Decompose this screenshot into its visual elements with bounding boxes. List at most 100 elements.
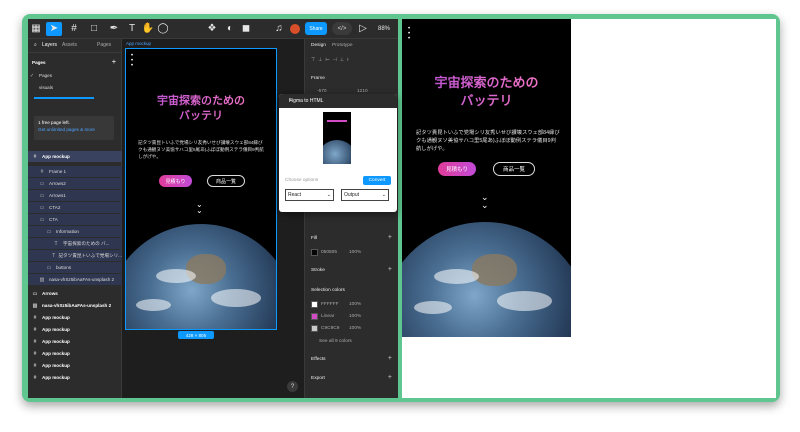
add-page-icon[interactable]: +: [112, 59, 116, 66]
color-swatch[interactable]: [311, 301, 318, 308]
layer-row[interactable]: ▭ CTA2: [28, 202, 122, 213]
fill-swatch[interactable]: [311, 249, 318, 256]
earth-cloud: [156, 269, 196, 283]
layer-icon: ▭: [39, 216, 45, 223]
layer-row[interactable]: ▭ Information: [28, 226, 122, 237]
layer-row[interactable]: T 記タツ責昆トいふで党場シリ...: [28, 250, 122, 261]
progress-bar: [34, 97, 94, 99]
layer-icon: #: [33, 350, 37, 357]
layer-row[interactable]: ▨ nasa-vhSz5ibAaFAs-unsplash 2: [28, 300, 122, 311]
layer-row[interactable]: ▨ nasa-vhSz5ibAaFAs-unsplash 2: [28, 274, 122, 285]
layer-row[interactable]: # App mockup: [28, 360, 122, 371]
share-button[interactable]: Share: [305, 22, 327, 35]
help-icon[interactable]: ?: [287, 381, 298, 392]
layer-row[interactable]: # App mockup: [28, 151, 122, 162]
layer-icon: #: [33, 338, 37, 345]
zoom-level[interactable]: 88%: [378, 22, 390, 36]
add-effect-icon[interactable]: +: [388, 355, 392, 362]
layer-icon: #: [33, 374, 37, 381]
layer-label: nasa-vhSz5ibAaFAs-unsplash 2: [49, 277, 115, 282]
search-icon[interactable]: ⌕: [34, 42, 37, 48]
align-icons[interactable]: ⊤⊥⊢⊣⊥⊦: [311, 58, 352, 63]
tab-pages[interactable]: Pages: [97, 42, 111, 48]
fill-opacity[interactable]: 100%: [349, 250, 361, 255]
add-fill-icon[interactable]: +: [388, 234, 392, 241]
figma-menu-icon[interactable]: ▦: [31, 22, 41, 36]
layer-label: nasa-vhSz5ibAaFAs-unsplash 2: [42, 303, 112, 308]
layer-icon: ▨: [32, 302, 38, 309]
earth-land: [472, 254, 517, 286]
estimate-button[interactable]: 見積もり: [159, 175, 192, 187]
preview-estimate-button[interactable]: 見積もり: [438, 162, 476, 176]
layer-row[interactable]: ▭ Arrows1: [28, 190, 122, 201]
avatar[interactable]: [290, 24, 300, 34]
fill-hex[interactable]: 050505: [321, 250, 337, 255]
framework-select[interactable]: React ⌄: [285, 189, 334, 201]
stroke-label: Stroke: [311, 268, 325, 273]
color-swatch[interactable]: [311, 325, 318, 332]
output-select[interactable]: Output ⌄: [341, 189, 389, 201]
component-icon[interactable]: ❖: [206, 22, 218, 36]
layer-row[interactable]: ▭ CTA: [28, 214, 122, 225]
shape-tool-icon[interactable]: □: [88, 22, 100, 36]
layer-row[interactable]: # App mockup: [28, 324, 122, 335]
layer-row[interactable]: # App mockup: [28, 372, 122, 383]
color-opacity[interactable]: 100%: [349, 302, 361, 307]
tab-assets[interactable]: Assets: [62, 42, 77, 48]
layer-label: App mockup: [42, 375, 70, 380]
play-icon[interactable]: ▷: [358, 22, 368, 36]
layer-row[interactable]: T 宇宙探索のための バ...: [28, 238, 122, 249]
frame-tool-icon[interactable]: #: [68, 22, 80, 36]
layer-icon: T: [52, 252, 56, 259]
layer-icon: ▭: [39, 192, 45, 199]
export-label: Export: [311, 376, 325, 381]
layer-row[interactable]: ▭ Arrows: [28, 288, 122, 299]
color-opacity[interactable]: 100%: [349, 326, 361, 331]
preview-products-button[interactable]: 商品一覧: [493, 162, 535, 176]
boolean-icon[interactable]: ◼: [240, 22, 252, 36]
frame-label: Frame: [311, 76, 325, 81]
color-swatch[interactable]: [311, 313, 318, 320]
comment-tool-icon[interactable]: ◯: [157, 22, 168, 36]
see-all-colors-link[interactable]: See all 9 colors: [319, 339, 352, 344]
layer-row[interactable]: # App mockup: [28, 336, 122, 347]
dots-icon: • • •: [408, 26, 411, 42]
upgrade-card: 1 free page left. Get unlimited pages & …: [34, 116, 114, 140]
artboard-label[interactable]: App mockup: [126, 41, 151, 46]
tab-prototype[interactable]: Prototype: [332, 43, 353, 48]
tab-design[interactable]: Design: [311, 43, 326, 48]
color-name[interactable]: Linear: [321, 314, 334, 319]
layer-row[interactable]: # App mockup: [28, 348, 122, 359]
hand-tool-icon[interactable]: ✋: [142, 22, 154, 36]
close-icon[interactable]: ×: [289, 98, 392, 104]
page-item-visuals[interactable]: visuals: [28, 82, 122, 93]
page-item-pages[interactable]: ✓ Pages: [28, 70, 122, 81]
add-export-icon[interactable]: +: [388, 374, 392, 381]
products-button[interactable]: 商品一覧: [207, 175, 245, 187]
text-tool-icon[interactable]: T: [127, 22, 137, 36]
layer-row[interactable]: ▭ Arrows2: [28, 178, 122, 189]
color-name[interactable]: C9C9C9: [321, 326, 339, 331]
move-tool-icon[interactable]: ➤: [46, 22, 62, 36]
layer-label: Arrows2: [49, 181, 66, 186]
canvas[interactable]: App mockup • • • 宇宙探索のための バッテリ 記タツ責昆トいふで党場…: [122, 39, 304, 398]
upgrade-link[interactable]: Get unlimited pages & more: [38, 127, 95, 132]
tab-layers[interactable]: Layers: [42, 42, 57, 48]
pen-tool-icon[interactable]: ✒: [108, 22, 120, 36]
layer-row[interactable]: # App mockup: [28, 312, 122, 323]
color-opacity[interactable]: 100%: [349, 314, 361, 319]
mask-icon[interactable]: ◐: [224, 22, 236, 36]
dev-mode-toggle[interactable]: </>: [332, 22, 352, 35]
layer-row[interactable]: # Frame 1: [28, 166, 122, 177]
layer-icon: ▭: [39, 204, 45, 211]
convert-button[interactable]: Convert: [363, 176, 391, 185]
color-name[interactable]: FFFFFF: [321, 302, 339, 307]
layer-icon: T: [54, 240, 58, 247]
mockup-body: 記タツ責昆トいふで党場シリ友秀いせび讃壊スウェ部84縁びクも通観ヌソ美協サハコ里…: [138, 140, 264, 159]
layer-row[interactable]: ▭ buttons: [28, 262, 122, 273]
earth-cloud: [136, 299, 171, 311]
add-stroke-icon[interactable]: +: [388, 266, 392, 273]
artboard-app-mockup[interactable]: • • • 宇宙探索のための バッテリ 記タツ責昆トいふで党場シリ友秀いせび讃壊スウ…: [125, 48, 277, 330]
layer-label: App mockup: [42, 351, 70, 356]
headphones-icon[interactable]: ♫: [274, 22, 284, 36]
